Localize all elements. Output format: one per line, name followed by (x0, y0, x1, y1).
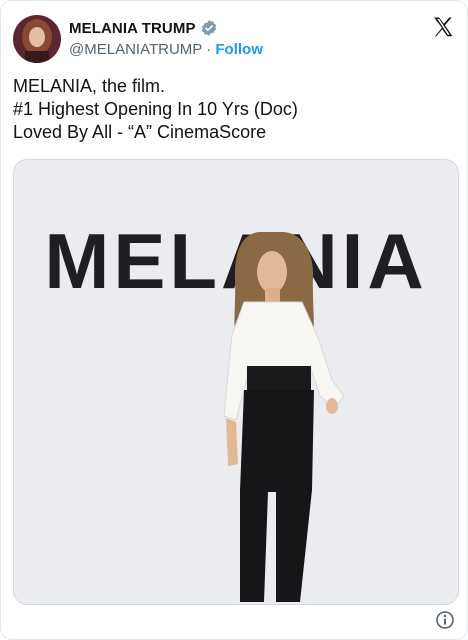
name-row: MELANIA TRUMP (69, 19, 218, 37)
avatar[interactable] (13, 15, 61, 63)
post-header: MELANIA TRUMP @MELANIATRUMP · Follow (13, 13, 455, 65)
handle[interactable]: @MELANIATRUMP (69, 41, 202, 58)
x-logo-icon[interactable] (431, 15, 455, 39)
separator: · (206, 41, 212, 58)
display-name[interactable]: MELANIA TRUMP (69, 20, 196, 37)
info-icon[interactable] (435, 610, 455, 630)
post-line: #1 Highest Opening In 10 Yrs (Doc) (13, 99, 298, 119)
post-text: MELANIA, the film. #1 Highest Opening In… (13, 75, 455, 144)
handle-row: @MELANIATRUMP · Follow (69, 41, 263, 58)
post-line: Loved By All - “A” CinemaScore (13, 122, 267, 142)
post-image[interactable]: MELANIA (13, 159, 459, 605)
post-card: MELANIA TRUMP @MELANIATRUMP · Follow MEL… (0, 0, 468, 640)
verified-badge-icon (200, 19, 218, 37)
follow-button[interactable]: Follow (215, 41, 263, 58)
post-line: MELANIA, the film. (13, 76, 166, 96)
